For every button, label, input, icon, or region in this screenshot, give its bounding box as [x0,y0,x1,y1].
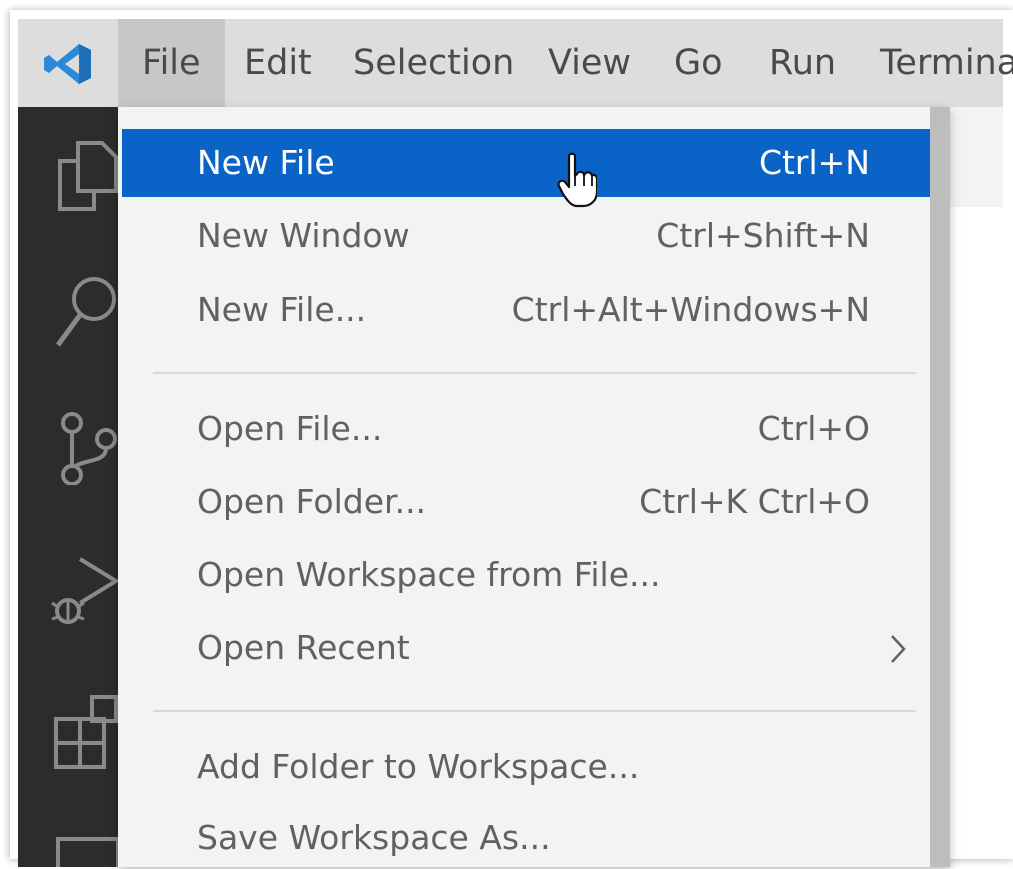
menu-terminal[interactable]: Termina [856,19,1013,107]
menu-item-label: Open File... [197,409,383,448]
menu-item-shortcut: Ctrl+Shift+N [656,216,870,255]
remote-icon[interactable] [54,833,118,867]
menu-item-open-file[interactable]: Open File... Ctrl+O [122,395,948,463]
activity-bar [18,107,118,867]
menu-item-add-folder-to-workspace[interactable]: Add Folder to Workspace... [122,733,948,801]
menu-edit[interactable]: Edit [220,19,336,107]
menu-scrollbar[interactable] [930,107,950,867]
menu-separator [153,372,916,374]
menu-item-shortcut: Ctrl+N [758,143,870,182]
menu-file[interactable]: File [118,19,225,107]
menu-item-new-file-ellipsis[interactable]: New File... Ctrl+Alt+Windows+N [122,276,948,344]
menu-item-label: New File... [197,290,367,329]
menu-view[interactable]: View [524,19,655,107]
vscode-logo-icon [44,44,91,84]
app-logo [18,19,118,107]
menu-separator [153,710,916,712]
menu-item-open-workspace[interactable]: Open Workspace from File... [122,541,948,609]
menu-item-open-recent[interactable]: Open Recent [122,614,948,682]
menu-item-label: Open Folder... [197,482,427,521]
run-debug-icon[interactable] [48,555,118,631]
extensions-icon[interactable] [52,693,118,769]
menu-item-label: Save Workspace As... [197,818,551,857]
menu-item-new-window[interactable]: New Window Ctrl+Shift+N [122,202,948,270]
menu-item-label: Open Recent [197,628,410,667]
menu-item-shortcut: Ctrl+K Ctrl+O [639,482,870,521]
menu-item-label: New File [197,143,335,182]
file-menu-dropdown: New File Ctrl+N New Window Ctrl+Shift+N … [118,107,950,867]
menu-item-label: Open Workspace from File... [197,555,661,594]
menu-run[interactable]: Run [745,19,860,107]
menu-item-open-folder[interactable]: Open Folder... Ctrl+K Ctrl+O [122,468,948,536]
menu-item-save-workspace-as[interactable]: Save Workspace As... [122,804,948,867]
menu-item-label: Add Folder to Workspace... [197,747,640,786]
explorer-icon[interactable] [54,137,118,213]
menu-go[interactable]: Go [650,19,747,107]
search-icon[interactable] [54,275,118,351]
menu-item-label: New Window [197,216,410,255]
hand-pointer-icon [557,152,597,208]
menu-selection[interactable]: Selection [329,19,538,107]
menu-item-shortcut: Ctrl+O [757,409,870,448]
chevron-right-icon [891,635,906,663]
menu-item-shortcut: Ctrl+Alt+Windows+N [511,290,870,329]
menu-item-new-file[interactable]: New File Ctrl+N [122,129,948,197]
source-control-icon[interactable] [54,409,118,485]
